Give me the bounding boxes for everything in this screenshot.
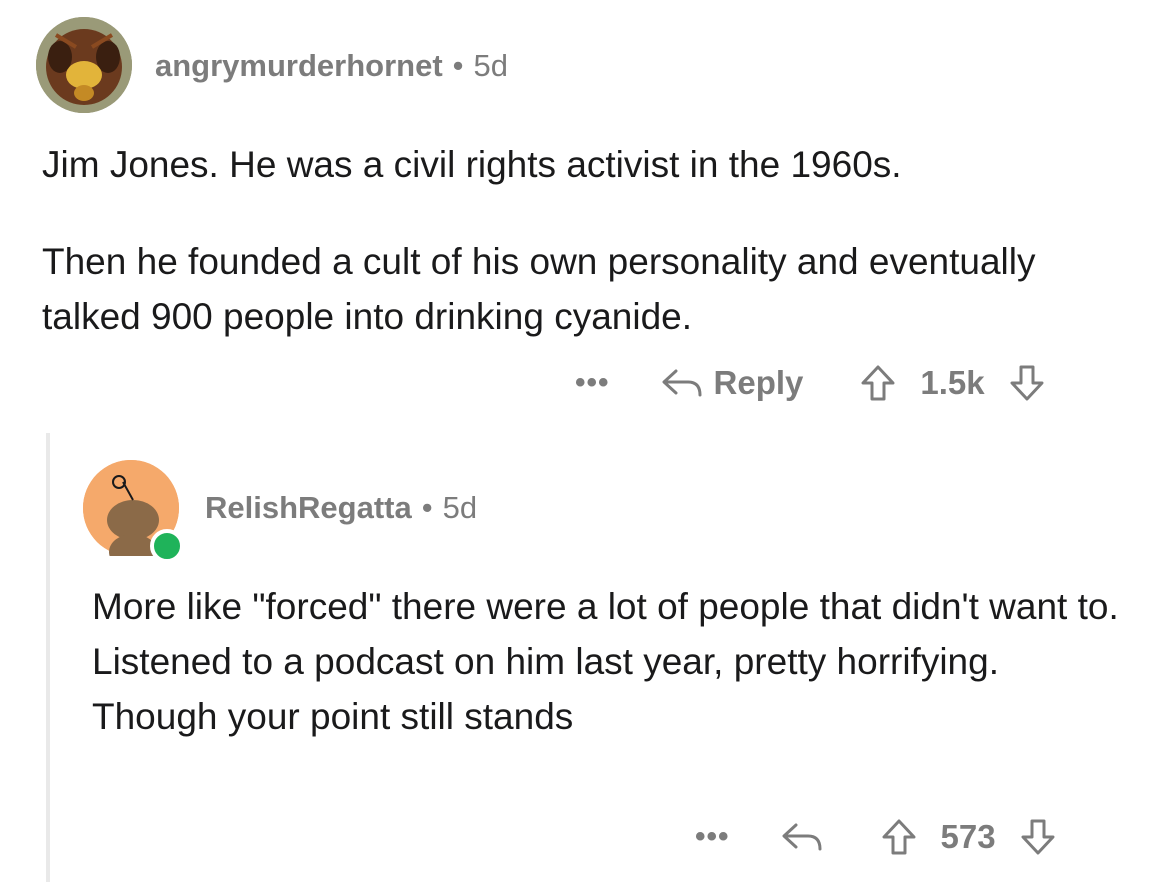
upvote-arrow-icon[interactable] (879, 817, 919, 857)
upvote-arrow-icon[interactable] (858, 363, 898, 403)
separator-dot: • (421, 490, 433, 525)
comment-age: 5d (473, 48, 509, 83)
reply-label: Reply (713, 364, 804, 401)
comment-1: angrymurderhornet • 5d Jim Jones. He was a… (0, 0, 1170, 440)
vote-count: 1.5k (920, 364, 985, 401)
reply-button[interactable]: Reply (660, 364, 804, 402)
online-status-badge (150, 529, 184, 563)
comment-actions: ••• 573 (695, 812, 1058, 862)
reply-button[interactable] (780, 819, 824, 855)
hornet-avatar-icon[interactable] (36, 17, 132, 113)
vote-count: 573 (940, 818, 996, 855)
downvote-arrow-icon[interactable] (1018, 817, 1058, 857)
more-options-button[interactable]: ••• (695, 820, 730, 854)
reply-arrow-icon (780, 819, 824, 855)
separator-dot: • (452, 48, 464, 83)
comment-paragraph: Then he founded a cult of his own person… (42, 241, 1036, 337)
comment-meta: angrymurderhornet • 5d (155, 48, 508, 84)
comment-meta: RelishRegatta • 5d (205, 490, 477, 526)
username-link[interactable]: angrymurderhornet (155, 48, 443, 83)
downvote-arrow-icon[interactable] (1007, 363, 1047, 403)
comment-age: 5d (442, 490, 478, 525)
comment-actions: ••• Reply 1.5k (575, 358, 1047, 408)
username-link[interactable]: RelishRegatta (205, 490, 412, 525)
reply-arrow-icon (660, 365, 704, 401)
more-options-button[interactable]: ••• (575, 366, 610, 400)
comment-paragraph: Jim Jones. He was a civil rights activis… (42, 144, 902, 185)
comment-paragraph: More like "forced" there were a lot of p… (92, 586, 1119, 737)
